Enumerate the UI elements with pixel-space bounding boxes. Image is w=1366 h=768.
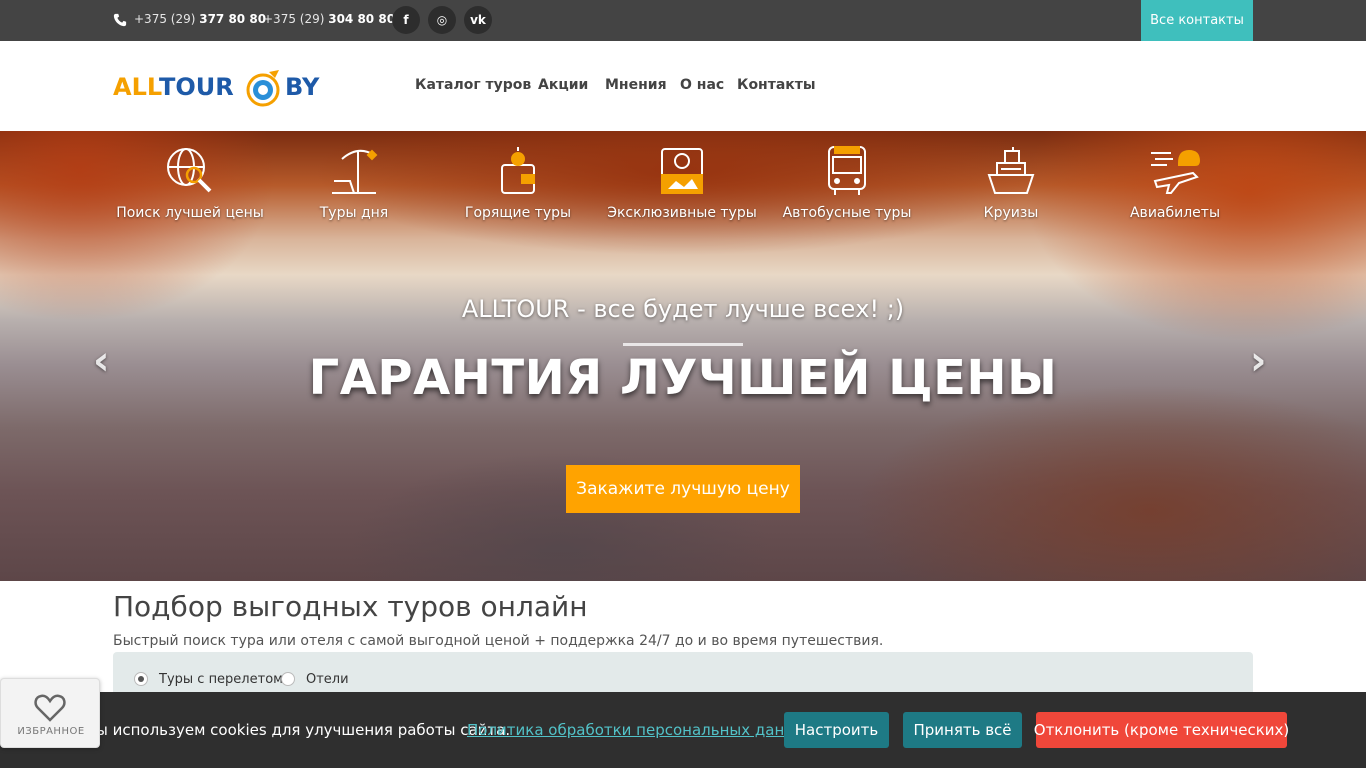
phone-number-1[interactable]: +375 (29) 377 80 80 [134,12,266,26]
cookie-message: ы используем cookies для улучшения работ… [96,721,511,739]
category-bus-tours[interactable]: Автобусные туры [765,145,929,221]
phone-1-prefix: +375 (29) [134,12,196,26]
hero-tagline: ALLTOUR - все будет лучше всех! ;) [461,295,905,323]
camera-photo-icon [661,148,703,194]
plane-cloud-icon [1151,149,1201,194]
nav-reviews[interactable]: Мнения [605,77,667,93]
privacy-policy-link[interactable]: Политика обработки персональных данных [467,721,815,739]
phone-2-prefix: +375 (29) [263,12,325,26]
all-contacts-button[interactable]: Все контакты [1141,0,1253,41]
category-label: Туры дня [319,205,389,221]
category-label: Автобусные туры [782,205,912,221]
search-section-subtitle: Быстрый поиск тура или отеля с самой выг… [113,633,884,649]
order-best-price-button[interactable]: Закажите лучшую цену [566,465,800,513]
beach-umbrella-icon [332,149,378,194]
wallet-fire-icon [501,147,535,194]
nav-promotions[interactable]: Акции [538,77,588,93]
hero-headline: ГАРАНТИЯ ЛУЧШЕЙ ЦЕНЫ [308,350,1058,406]
tours-with-flight-label[interactable]: Туры с перелетом [159,672,283,687]
hero-divider [623,343,743,346]
vk-icon[interactable]: vk [464,6,492,34]
nav-contacts[interactable]: Контакты [737,77,816,93]
nav-about[interactable]: О нас [680,77,724,93]
category-cruises[interactable]: Круизы [929,145,1093,221]
phone-icon [113,13,127,27]
site-header: ALL TOUR BY Каталог туров Акции Мнения О… [0,41,1366,131]
phone-number-2[interactable]: +375 (29) 304 80 80 [263,12,395,26]
cookie-accept-all-button[interactable]: Принять всё [903,712,1022,748]
phone-2-number: 304 80 80 [328,12,396,26]
category-label: Поиск лучшей цены [116,205,264,221]
search-section-title: Подбор выгодных туров онлайн [113,590,588,623]
globe-search-icon [167,148,212,193]
category-flights[interactable]: Авиабилеты [1093,145,1257,221]
logo-text-by: BY [285,73,320,101]
site-logo[interactable]: ALL TOUR BY [113,68,323,108]
bus-icon [828,146,866,195]
cookie-banner: ы используем cookies для улучшения работ… [0,692,1366,768]
facebook-icon[interactable]: f [392,6,420,34]
category-best-price[interactable]: Поиск лучшей цены [108,145,272,221]
category-tours-of-day[interactable]: Туры дня [272,145,436,221]
top-bar: +375 (29) 377 80 80 +375 (29) 304 80 80 … [0,0,1366,41]
logo-text-all: ALL [113,73,163,101]
category-exclusive-tours[interactable]: Эксклюзивные туры [600,145,764,221]
phone-1-number: 377 80 80 [199,12,267,26]
instagram-icon[interactable]: ◎ [428,6,456,34]
tours-with-flight-radio[interactable] [134,672,148,686]
hotels-label[interactable]: Отели [306,672,349,687]
cookie-reject-button[interactable]: Отклонить (кроме технических) [1034,712,1289,748]
favorites-label: ИЗБРАННОЕ [17,726,85,737]
category-label: Эксклюзивные туры [607,205,757,221]
category-label: Горящие туры [464,205,572,221]
logo-text-tour: TOUR [159,73,234,101]
nav-catalog[interactable]: Каталог туров [415,77,531,93]
logo-globe-icon [246,70,280,107]
category-hot-tours[interactable]: Горящие туры [436,145,600,221]
hero-slider: Поиск лучшей цены Туры дня Горящие туры … [0,131,1366,581]
favorites-widget[interactable]: ИЗБРАННОЕ [0,678,100,748]
hotels-radio[interactable] [281,672,295,686]
heart-icon [34,694,66,722]
ship-icon [987,147,1035,194]
category-label: Авиабилеты [1129,205,1220,221]
cookie-configure-button[interactable]: Настроить [784,712,889,748]
category-label: Круизы [983,205,1039,221]
